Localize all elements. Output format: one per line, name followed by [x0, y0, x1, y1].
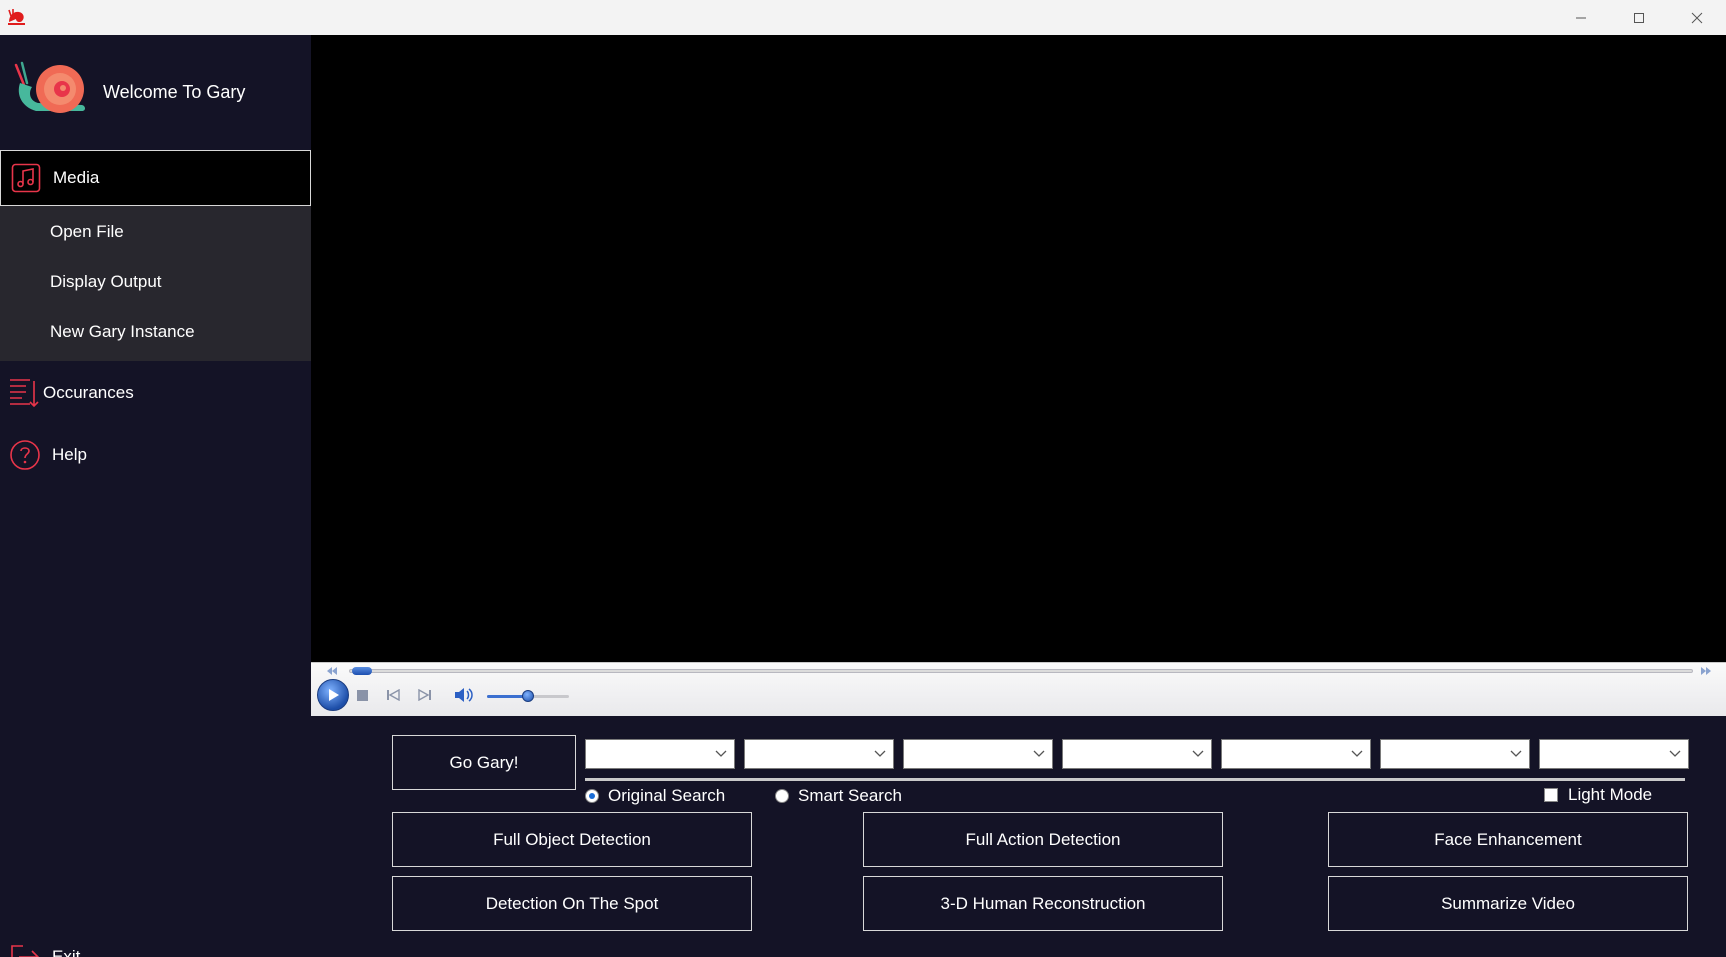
submenu-display-output[interactable]: Display Output	[50, 272, 162, 292]
media-submenu: Open File Display Output New Gary Instan…	[0, 206, 311, 361]
original-search-label: Original Search	[608, 786, 726, 805]
nav-occurances[interactable]: Occurances	[0, 371, 311, 415]
chevron-down-icon	[1669, 750, 1681, 757]
volume-thumb[interactable]	[522, 690, 534, 702]
chevron-down-icon	[1510, 750, 1522, 757]
seek-bar[interactable]	[349, 669, 1693, 673]
full-object-detection-button[interactable]: Full Object Detection	[392, 812, 752, 867]
radio-unselected-icon	[775, 789, 789, 803]
summarize-video-button[interactable]: Summarize Video	[1328, 876, 1688, 931]
nav-exit-label: Exit	[52, 947, 81, 957]
chevron-down-icon	[715, 750, 727, 757]
maximize-icon	[1634, 12, 1644, 23]
chevron-down-icon	[874, 750, 886, 757]
go-gary-button[interactable]: Go Gary!	[392, 735, 576, 790]
close-button[interactable]	[1668, 0, 1726, 35]
face-enhancement-button[interactable]: Face Enhancement	[1328, 812, 1688, 867]
original-search-radio[interactable]: Original Search	[585, 786, 725, 806]
exit-icon	[9, 941, 41, 957]
rewind-icon[interactable]	[326, 666, 338, 676]
minimize-button[interactable]	[1552, 0, 1610, 35]
chevron-down-icon	[1192, 750, 1204, 757]
filter-dropdown-3[interactable]	[903, 739, 1053, 769]
media-player-controls	[311, 662, 1726, 716]
checkbox-icon	[1544, 788, 1558, 802]
smart-search-label: Smart Search	[798, 786, 902, 805]
human-reconstruction-button[interactable]: 3-D Human Reconstruction	[863, 876, 1223, 931]
previous-icon	[387, 689, 400, 701]
filter-dropdown-5[interactable]	[1221, 739, 1371, 769]
filter-dropdown-4[interactable]	[1062, 739, 1212, 769]
brand-title: Welcome To Gary	[103, 82, 246, 102]
full-action-detection-button[interactable]: Full Action Detection	[863, 812, 1223, 867]
filter-dropdown-1[interactable]	[585, 739, 735, 769]
speaker-icon	[455, 688, 473, 702]
light-mode-checkbox[interactable]: Light Mode	[1544, 785, 1652, 805]
next-icon	[418, 689, 431, 701]
submenu-open-file[interactable]: Open File	[50, 222, 124, 242]
fast-forward-icon[interactable]	[1700, 666, 1712, 676]
sidebar: Welcome To Gary Media Open File Display …	[0, 35, 311, 957]
nav-media[interactable]: Media	[0, 150, 311, 206]
previous-button[interactable]	[385, 687, 401, 703]
stop-button[interactable]	[354, 687, 370, 703]
music-note-icon	[10, 162, 42, 194]
maximize-button[interactable]	[1610, 0, 1668, 35]
title-bar	[0, 0, 1726, 35]
filter-dropdown-6[interactable]	[1380, 739, 1530, 769]
control-panel: Go Gary! Original Search Smart Search Li…	[311, 716, 1726, 957]
nav-help[interactable]: Help	[0, 433, 311, 477]
radio-selected-icon	[585, 789, 599, 803]
help-icon	[9, 439, 41, 471]
submenu-new-gary-instance[interactable]: New Gary Instance	[50, 322, 195, 342]
light-mode-label: Light Mode	[1568, 785, 1653, 804]
video-display[interactable]	[311, 35, 1726, 662]
separator	[585, 778, 1685, 781]
next-button[interactable]	[417, 687, 433, 703]
smart-search-radio[interactable]: Smart Search	[775, 786, 902, 806]
nav-media-label: Media	[53, 168, 100, 187]
chevron-down-icon	[1351, 750, 1363, 757]
minimize-icon	[1576, 17, 1586, 18]
close-icon	[1691, 12, 1703, 23]
volume-button[interactable]	[454, 687, 474, 703]
snail-logo	[14, 61, 85, 113]
nav-help-label: Help	[52, 445, 87, 464]
filter-dropdown-2[interactable]	[744, 739, 894, 769]
play-button[interactable]	[317, 679, 349, 711]
chevron-down-icon	[1033, 750, 1045, 757]
nav-exit[interactable]: Exit	[0, 937, 311, 957]
nav-occurances-label: Occurances	[43, 383, 134, 402]
play-icon	[329, 689, 339, 701]
detection-on-the-spot-button[interactable]: Detection On The Spot	[392, 876, 752, 931]
seek-thumb[interactable]	[352, 667, 373, 675]
stop-icon	[356, 689, 368, 701]
filter-dropdown-7[interactable]	[1539, 739, 1689, 769]
list-sort-icon	[8, 377, 40, 409]
brand-header: Welcome To Gary	[0, 35, 311, 150]
snail-app-icon	[8, 9, 25, 25]
